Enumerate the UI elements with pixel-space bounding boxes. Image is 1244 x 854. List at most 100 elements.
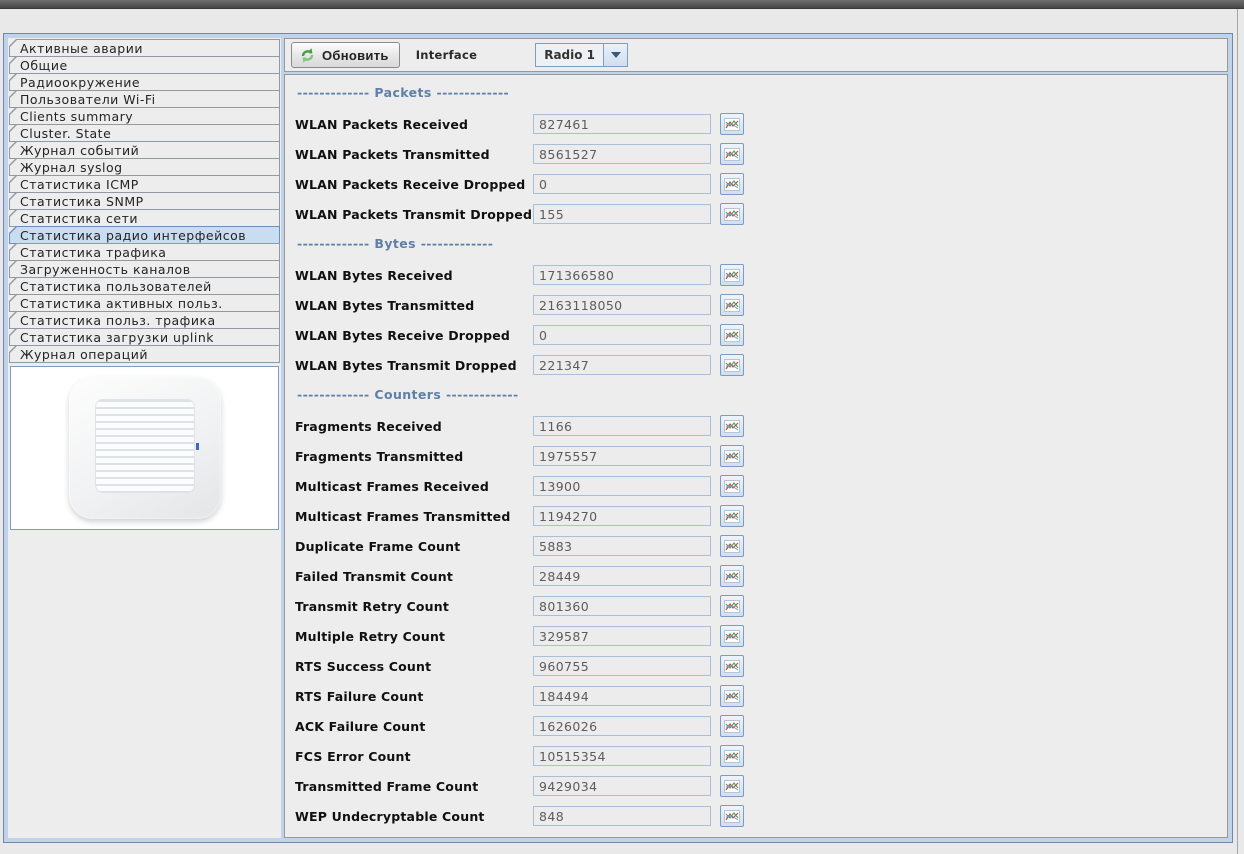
chart-button[interactable]: [720, 354, 744, 376]
stat-label: RTS Success Count: [295, 659, 533, 674]
chart-button[interactable]: [720, 143, 744, 165]
chart-button[interactable]: [720, 775, 744, 797]
stat-value-input[interactable]: [533, 174, 711, 194]
stat-value-input[interactable]: [533, 416, 711, 436]
stat-row: WLAN Packets Transmit Dropped: [295, 204, 1227, 224]
stat-value-input[interactable]: [533, 686, 711, 706]
sidebar-item-0[interactable]: Активные аварии: [9, 39, 280, 57]
chart-button[interactable]: [720, 685, 744, 707]
sidebar-item-17[interactable]: Статистика загрузки uplink: [9, 328, 280, 346]
stat-value-input[interactable]: [533, 295, 711, 315]
sidebar-item-label: Журнал syslog: [10, 159, 279, 175]
stat-value-input[interactable]: [533, 355, 711, 375]
chart-icon: [724, 510, 740, 523]
stat-value-input[interactable]: [533, 596, 711, 616]
tab-label: Конфигурация: [17, 12, 39, 34]
stat-label: ACK Failure Count: [295, 719, 533, 734]
chart-button[interactable]: [720, 475, 744, 497]
sidebar-item-15[interactable]: Статистика активных польз.: [9, 294, 280, 312]
stat-value-input[interactable]: [533, 204, 711, 224]
chevron-down-icon[interactable]: [604, 43, 628, 67]
chart-icon: [724, 118, 740, 131]
chart-icon: [724, 208, 740, 221]
chart-button[interactable]: [720, 505, 744, 527]
stat-value-input[interactable]: [533, 536, 711, 556]
stat-row: Multicast Frames Received: [295, 476, 1227, 496]
chart-button[interactable]: [720, 294, 744, 316]
tab-bar: Описание Пользователи Wi-Fi Мониторинг к…: [8, 11, 20, 34]
chart-button[interactable]: [720, 595, 744, 617]
chart-button[interactable]: [720, 805, 744, 827]
stat-row: WLAN Packets Received: [295, 114, 1227, 134]
sidebar-item-6[interactable]: Журнал событий: [9, 141, 280, 159]
chart-button[interactable]: [720, 173, 744, 195]
chart-button[interactable]: [720, 203, 744, 225]
sidebar-item-16[interactable]: Статистика польз. трафика: [9, 311, 280, 329]
stat-value-input[interactable]: [533, 716, 711, 736]
sidebar-item-label: Радиоокружение: [10, 74, 279, 90]
chart-button[interactable]: [720, 445, 744, 467]
sidebar-item-4[interactable]: Clients summary: [9, 107, 280, 125]
tab-label: Статистика RRD: [19, 12, 41, 34]
sidebar-item-label: Журнал событий: [10, 142, 279, 158]
stats-section: ------------- Counters ------------- Fra…: [295, 387, 1227, 826]
sidebar-item-12[interactable]: Статистика трафика: [9, 243, 280, 261]
stat-label: WEP Undecryptable Count: [295, 809, 533, 824]
sidebar-item-7[interactable]: Журнал syslog: [9, 158, 280, 176]
sidebar-item-13[interactable]: Загруженность каналов: [9, 260, 280, 278]
stat-value-input[interactable]: [533, 566, 711, 586]
stat-value-input[interactable]: [533, 144, 711, 164]
sidebar-item-3[interactable]: Пользователи Wi-Fi: [9, 90, 280, 108]
chart-button[interactable]: [720, 655, 744, 677]
stat-value-input[interactable]: [533, 626, 711, 646]
stat-value-input[interactable]: [533, 265, 711, 285]
section-title: ------------- Packets -------------: [297, 85, 1227, 100]
stat-label: FCS Error Count: [295, 749, 533, 764]
chart-button[interactable]: [720, 113, 744, 135]
sidebar-item-label: Загруженность каналов: [10, 261, 279, 277]
sidebar-item-9[interactable]: Статистика SNMP: [9, 192, 280, 210]
chart-icon: [724, 329, 740, 342]
sidebar-item-11[interactable]: Статистика радио интерфейсов: [9, 226, 280, 244]
stat-value-input[interactable]: [533, 446, 711, 466]
tab-label: Доступ: [21, 12, 43, 34]
window-edge: [1237, 9, 1238, 854]
chart-button[interactable]: [720, 264, 744, 286]
sidebar-item-10[interactable]: Статистика сети: [9, 209, 280, 227]
interface-select[interactable]: Radio 1: [535, 43, 628, 67]
stat-value-input[interactable]: [533, 746, 711, 766]
chart-button[interactable]: [720, 745, 744, 767]
refresh-button[interactable]: Обновить: [291, 42, 400, 68]
stat-value-input[interactable]: [533, 325, 711, 345]
chart-icon: [724, 660, 740, 673]
stats-section: ------------- Bytes ------------- WLAN B…: [295, 236, 1227, 375]
stat-value-input[interactable]: [533, 506, 711, 526]
sidebar-item-1[interactable]: Общие: [9, 56, 280, 74]
stat-value-input[interactable]: [533, 806, 711, 826]
chart-button[interactable]: [720, 625, 744, 647]
chart-icon: [724, 810, 740, 823]
stat-value-input[interactable]: [533, 476, 711, 496]
stat-value-input[interactable]: [533, 114, 711, 134]
sidebar-item-8[interactable]: Статистика ICMP: [9, 175, 280, 193]
stat-value-input[interactable]: [533, 656, 711, 676]
sidebar-item-list: Активные аварии Общие Радиоокружение Пол…: [9, 39, 280, 363]
sidebar-item-14[interactable]: Статистика пользователей: [9, 277, 280, 295]
stat-value-input[interactable]: [533, 776, 711, 796]
chart-icon: [724, 269, 740, 282]
access-point-photo: [69, 377, 221, 519]
stat-label: Transmit Retry Count: [295, 599, 533, 614]
chart-button[interactable]: [720, 324, 744, 346]
stat-label: Failed Transmit Count: [295, 569, 533, 584]
chart-button[interactable]: [720, 415, 744, 437]
sidebar-item-18[interactable]: Журнал операций: [9, 345, 280, 363]
stat-row: RTS Failure Count: [295, 686, 1227, 706]
sidebar-item-5[interactable]: Cluster. State: [9, 124, 280, 142]
stat-row: Fragments Transmitted: [295, 446, 1227, 466]
stats-sections: ------------- Packets ------------- WLAN…: [284, 74, 1228, 838]
chart-button[interactable]: [720, 565, 744, 587]
sidebar-item-label: Статистика загрузки uplink: [10, 329, 279, 345]
chart-button[interactable]: [720, 715, 744, 737]
sidebar-item-2[interactable]: Радиоокружение: [9, 73, 280, 91]
chart-button[interactable]: [720, 535, 744, 557]
